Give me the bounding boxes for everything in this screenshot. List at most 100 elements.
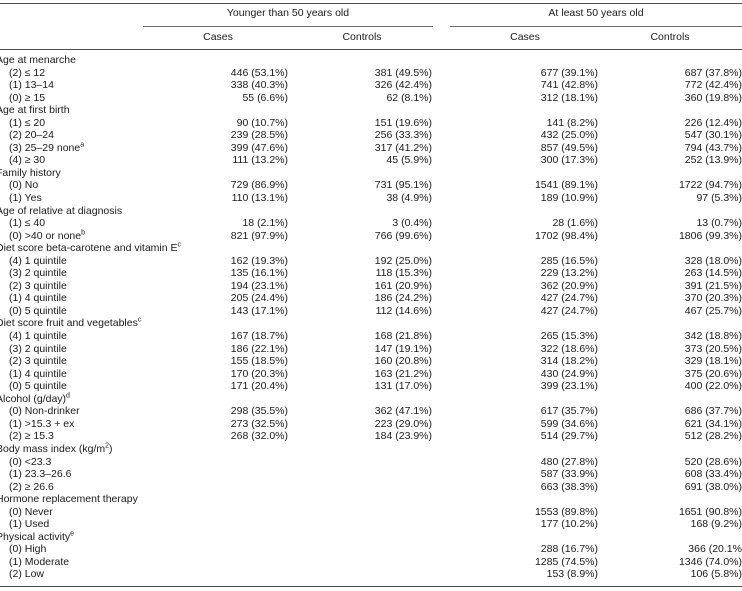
table-cell: 97 (5.3%) xyxy=(696,192,742,205)
table-row: (2) ≥ 15.3 268 (32.0%) 184 (23.9%) 514 (29.… xyxy=(0,430,742,443)
table-cell: 766 (99.6%) xyxy=(374,229,432,242)
table-section-header-row: Diet score beta-carotene and vitamin Ec xyxy=(0,242,742,255)
table-bottom-rule xyxy=(0,586,742,587)
table-cell: 399 (47.6%) xyxy=(230,141,288,154)
table-section-header-row: Age of relative at diagnosis xyxy=(0,205,742,218)
table-cell: 338 (40.3%) xyxy=(230,79,288,92)
table-cell: 300 (17.3%) xyxy=(540,154,598,167)
table-cell: 430 (24.9%) xyxy=(540,367,598,380)
row-label: (2) 3 quintile xyxy=(9,355,67,368)
table-top-rule xyxy=(0,3,742,4)
table-cell: 186 (24.2%) xyxy=(374,292,432,305)
table-cell: 621 (34.1%) xyxy=(684,417,742,430)
row-label: (2) ≥ 26.6 xyxy=(9,480,54,493)
table-cell: 177 (10.2%) xyxy=(540,518,598,531)
footnote-marker: e xyxy=(70,530,75,538)
row-label: (4) 1 quintile xyxy=(9,330,67,343)
table-cell: 62 (8.1%) xyxy=(386,91,432,104)
row-label: (0) 5 quintile xyxy=(9,304,67,317)
table-cell: 317 (41.2%) xyxy=(374,141,432,154)
table-cell: 45 (5.9%) xyxy=(386,154,432,167)
table-row: (1) Yes 110 (13.1%) 38 (4.9%) 189 (10.9%) 97… xyxy=(0,192,742,205)
table-cell: 432 (25.0%) xyxy=(540,129,598,142)
section-label: Age at first birth xyxy=(0,104,70,117)
table-cell: 520 (28.6%) xyxy=(684,455,742,468)
table-cell: 268 (32.0%) xyxy=(230,430,288,443)
table-cell: 547 (30.1%) xyxy=(684,129,742,142)
table-cell: 1541 (89.1%) xyxy=(534,179,598,192)
table-row: (0) ≥ 15 55 (6.6%) 62 (8.1%) 312 (18.1%) 360… xyxy=(0,92,742,105)
row-label: (0) No xyxy=(9,179,39,192)
column-header-controls-younger: Controls xyxy=(342,31,382,43)
table-cell: 205 (24.4%) xyxy=(230,292,288,305)
table-cell: 370 (20.3%) xyxy=(684,292,742,305)
column-header-cases-younger: Cases xyxy=(203,31,233,43)
table-row: (2) 20–24 239 (28.5%) 256 (33.3%) 432 (25.0… xyxy=(0,129,742,142)
row-label: (1) Used xyxy=(9,518,50,531)
table-cell: 686 (37.7%) xyxy=(684,405,742,418)
table-cell: 170 (20.3%) xyxy=(230,367,288,380)
row-label: (0) 5 quintile xyxy=(9,380,67,393)
table-row: (1) 13–14 338 (40.3%) 326 (42.4%) 741 (42.8… xyxy=(0,79,742,92)
table-row: (0) Never 1553 (89.8%) 1651 (90.8%) xyxy=(0,506,742,519)
table-row: (2) Low 153 (8.9%) 106 (5.8%) xyxy=(0,568,742,581)
table-cell: 373 (20.5%) xyxy=(684,342,742,355)
table-cell: 151 (19.6%) xyxy=(374,116,432,129)
table-row: (0) No 729 (86.9%) 731 (95.1%) 1541 (89.1%)… xyxy=(0,179,742,192)
column-group-rule-older xyxy=(450,26,742,27)
table-cell: 512 (28.2%) xyxy=(684,430,742,443)
table-section-header-row: Physical activitye xyxy=(0,530,742,544)
table-cell: 587 (33.9%) xyxy=(540,468,598,481)
table-row: (2) 3 quintile 194 (23.1%) 161 (20.9%) 362 … xyxy=(0,280,742,293)
table-header-rule xyxy=(0,49,742,50)
table-row: (1) Used 177 (10.2%) 168 (9.2%) xyxy=(0,518,742,531)
table-cell: 168 (21.8%) xyxy=(374,330,432,343)
row-label: (1) 4 quintile xyxy=(9,292,67,305)
row-label: (1) >15.3 + ex xyxy=(9,417,75,430)
table-cell: 1553 (89.8%) xyxy=(534,505,598,518)
table-row: (2) 3 quintile 155 (18.5%) 160 (20.8%) 314 … xyxy=(0,355,742,368)
table-cell: 194 (23.1%) xyxy=(230,279,288,292)
row-label: (1) ≤ 20 xyxy=(9,116,46,129)
table-cell: 329 (18.1%) xyxy=(684,355,742,368)
table-cell: 362 (47.1%) xyxy=(374,405,432,418)
table-section-header-row: Age at menarche xyxy=(0,54,742,67)
column-group-rule-younger xyxy=(143,26,433,27)
table-cell: 263 (14.5%) xyxy=(684,267,742,280)
footnote-marker: c xyxy=(177,241,182,249)
table-cell: 184 (23.9%) xyxy=(374,430,432,443)
table-cell: 599 (34.6%) xyxy=(540,417,598,430)
table-row: (0) <23.3 480 (27.8%) 520 (28.6%) xyxy=(0,456,742,469)
table-cell: 226 (12.4%) xyxy=(684,116,742,129)
table-section-header-row: Diet score fruit and vegetablesc xyxy=(0,317,742,330)
table-cell: 322 (18.6%) xyxy=(540,342,598,355)
table-cell: 13 (0.7%) xyxy=(696,217,742,230)
table-cell: 821 (97.9%) xyxy=(230,229,288,242)
table-cell: 110 (13.1%) xyxy=(231,192,288,205)
table-cell: 135 (16.1%) xyxy=(230,267,288,280)
table-cell: 167 (18.7%) xyxy=(230,330,288,343)
table-cell: 794 (43.7%) xyxy=(684,141,742,154)
table-cell: 391 (21.5%) xyxy=(684,279,742,292)
row-label: (3) 2 quintile xyxy=(9,342,67,355)
table-cell: 106 (5.8%) xyxy=(690,568,742,581)
table-cell: 147 (19.1%) xyxy=(374,342,432,355)
table-cell: 171 (20.4%) xyxy=(230,380,288,393)
table-cell: 663 (38.3%) xyxy=(540,480,598,493)
row-label: (4) 1 quintile xyxy=(9,254,67,267)
table-cell: 163 (21.2%) xyxy=(374,367,432,380)
table-cell: 360 (19.8%) xyxy=(684,91,742,104)
table-cell: 162 (19.3%) xyxy=(230,254,288,267)
table-cell: 691 (38.0%) xyxy=(684,480,742,493)
table-cell: 729 (86.9%) xyxy=(230,179,288,192)
table-section-header-row: Hormone replacement therapy xyxy=(0,493,742,506)
row-label: (1) Moderate xyxy=(9,555,70,568)
row-label: (3) 2 quintile xyxy=(9,267,67,280)
table-cell: 38 (4.9%) xyxy=(386,192,432,205)
column-header-controls-older: Controls xyxy=(650,31,690,43)
table-cell: 90 (10.7%) xyxy=(236,116,288,129)
table-cell: 273 (32.5%) xyxy=(230,417,288,430)
table-section-header-row: Alcohol (g/day)d xyxy=(0,392,742,406)
table-row: (4) 1 quintile 162 (19.3%) 192 (25.0%) 285 … xyxy=(0,255,742,268)
table-cell: 3 (0.4%) xyxy=(392,217,432,230)
